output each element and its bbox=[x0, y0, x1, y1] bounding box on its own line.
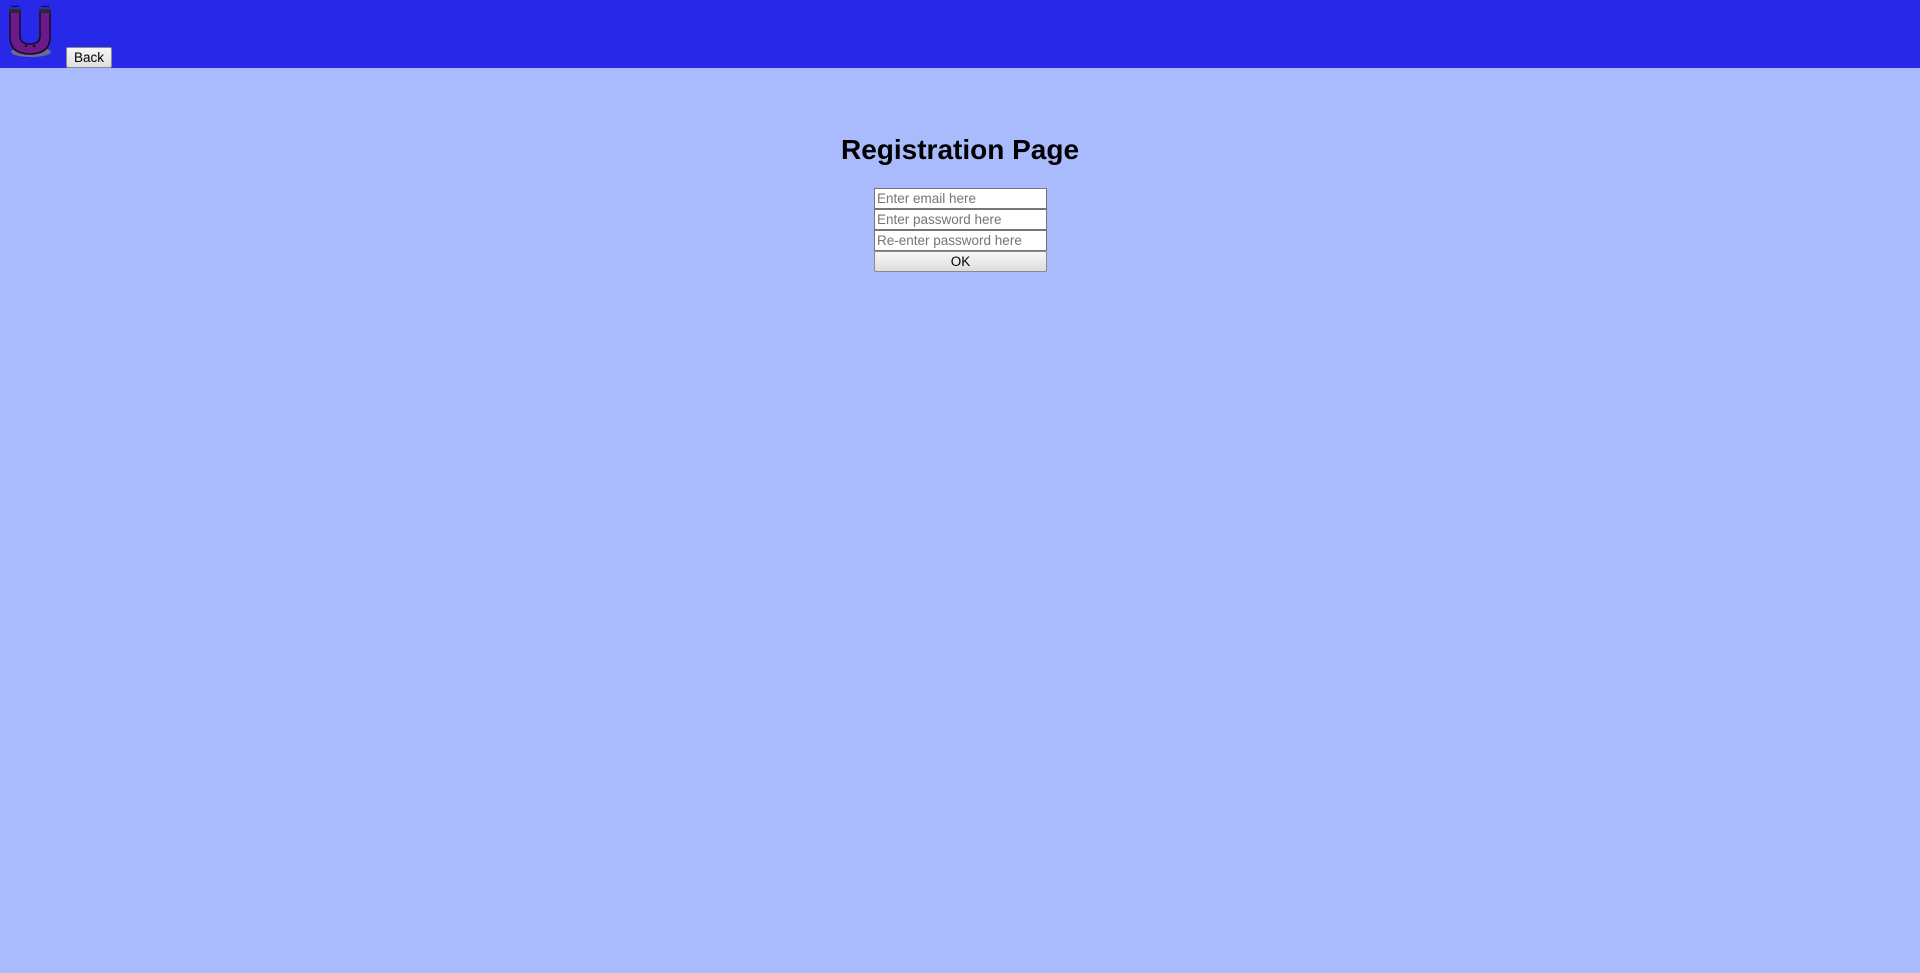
registration-form: OK bbox=[874, 188, 1047, 272]
main-content: Registration Page OK bbox=[0, 68, 1920, 973]
magnet-u-logo-icon bbox=[9, 5, 51, 57]
password-field[interactable] bbox=[874, 209, 1047, 230]
page-title: Registration Page bbox=[840, 134, 1080, 165]
reenter-password-field[interactable] bbox=[874, 230, 1047, 251]
ok-button[interactable]: OK bbox=[874, 251, 1047, 272]
back-button[interactable]: Back bbox=[66, 47, 113, 68]
email-field[interactable] bbox=[874, 188, 1047, 209]
top-bar: Back bbox=[0, 0, 1920, 68]
